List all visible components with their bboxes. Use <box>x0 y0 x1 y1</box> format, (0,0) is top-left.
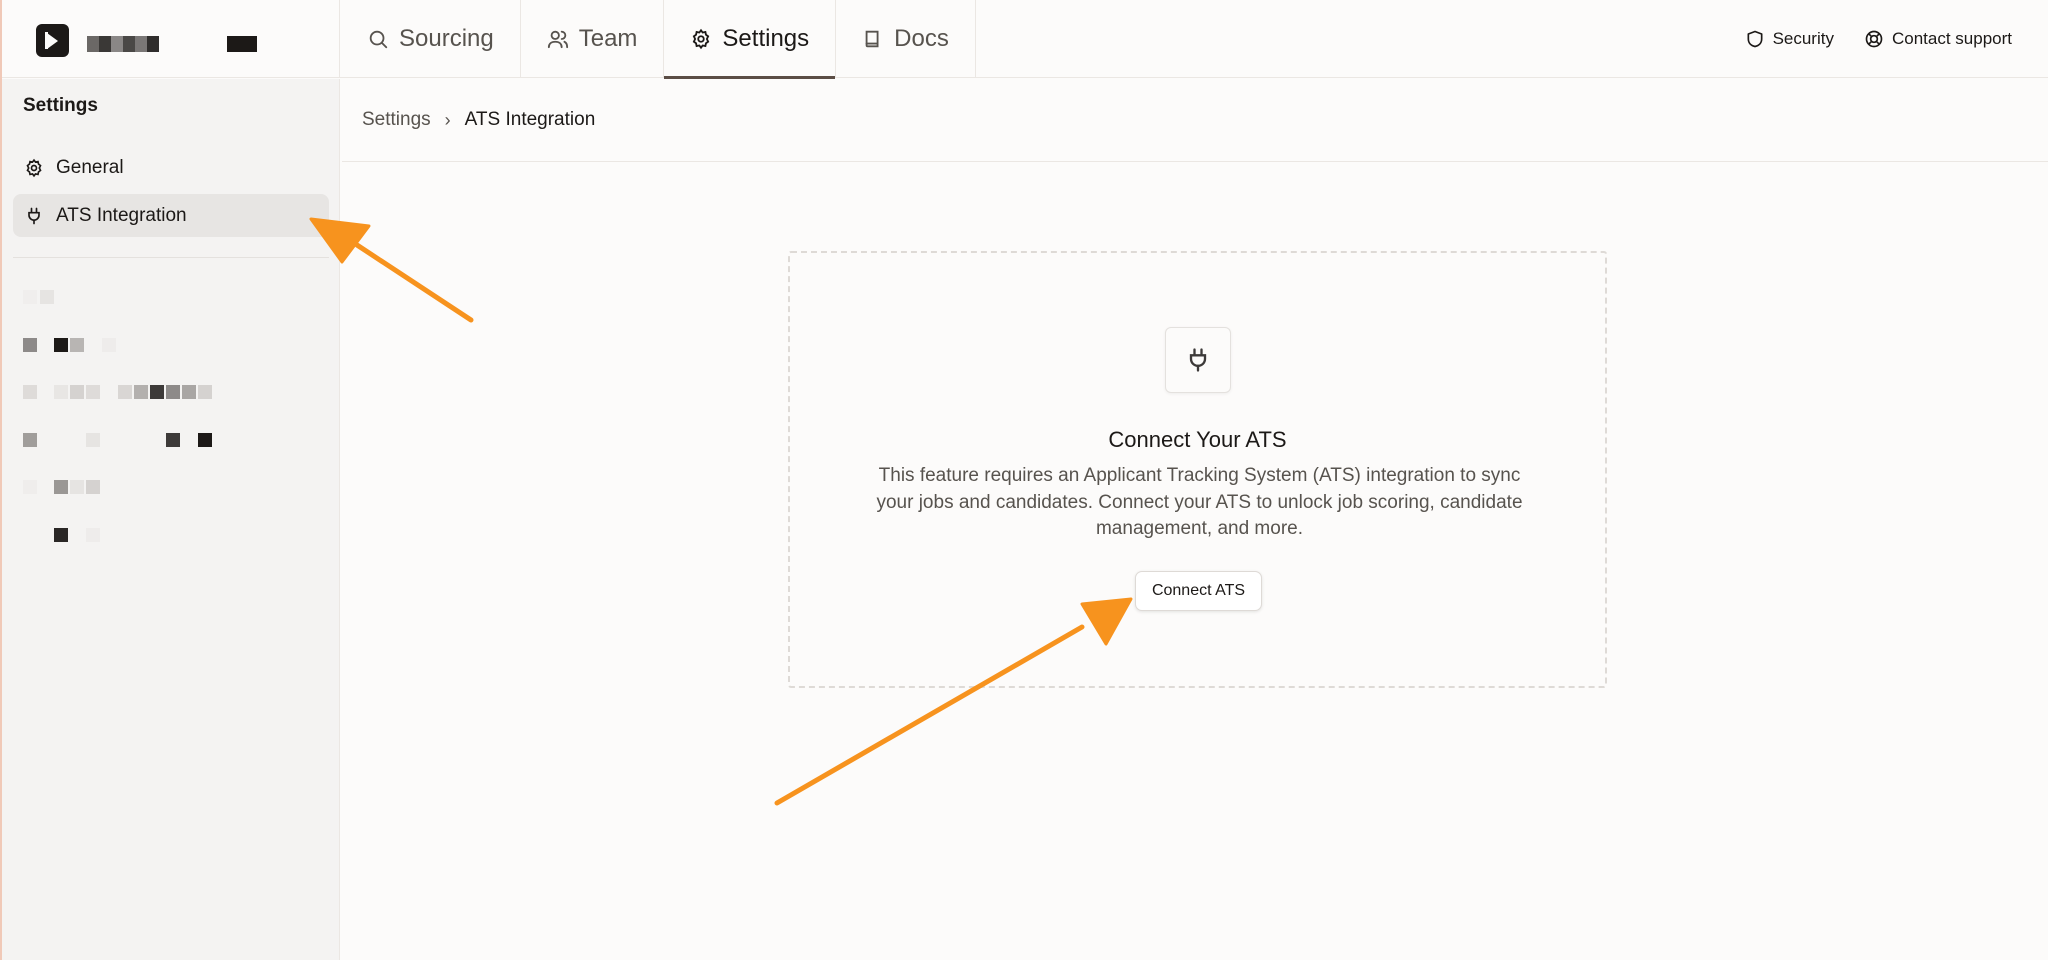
tab-label: Team <box>578 25 638 52</box>
settings-sidebar: Settings General ATS Integration <box>2 79 340 960</box>
breadcrumb-current: ATS Integration <box>464 109 596 130</box>
security-label: Security <box>1772 29 1834 48</box>
lifebuoy-icon <box>1865 30 1883 48</box>
sidebar-item-general[interactable]: General <box>13 146 329 189</box>
book-icon <box>865 30 879 48</box>
app-window: Sourcing Team Settings Docs Security Con… <box>0 0 2048 960</box>
sidebar-item-ats-integration[interactable]: ATS Integration <box>13 194 329 237</box>
connect-ats-empty-state: Connect Your ATS This feature requires a… <box>788 251 1607 688</box>
main-tabs: Sourcing Team Settings Docs <box>341 0 976 79</box>
gear-icon <box>26 158 42 177</box>
brand-area <box>2 0 340 78</box>
tab-label: Settings <box>722 25 810 52</box>
sidebar-title: Settings <box>23 95 98 116</box>
plug-icon-box <box>1165 327 1231 393</box>
empty-state-title: Connect Your ATS <box>1108 427 1287 452</box>
top-bar: Sourcing Team Settings Docs Security Con… <box>2 0 2048 79</box>
top-right-links: Security Contact support <box>1745 0 2012 78</box>
tab-sourcing[interactable]: Sourcing <box>341 0 521 78</box>
users-icon <box>547 30 568 49</box>
plug-icon <box>1189 348 1207 372</box>
gear-icon <box>693 28 710 50</box>
contact-support-label: Contact support <box>1891 29 2012 48</box>
empty-state-description: This feature requires an Applicant Track… <box>876 465 1523 539</box>
contact-support-link[interactable]: Contact support <box>1864 29 2012 49</box>
sidebar-item-label: General <box>56 156 124 178</box>
tab-label: Docs <box>894 25 949 52</box>
sidebar-item-label: ATS Integration <box>56 204 187 226</box>
connect-ats-button[interactable]: Connect ATS <box>1135 571 1262 611</box>
breadcrumb-settings-link[interactable]: Settings <box>362 109 431 131</box>
breadcrumb: Settings › ATS Integration <box>342 79 2048 162</box>
tab-team[interactable]: Team <box>521 0 665 78</box>
tab-docs[interactable]: Docs <box>836 0 976 78</box>
sidebar-divider <box>13 257 329 258</box>
plug-icon <box>28 207 40 224</box>
logo-icon[interactable] <box>36 24 69 57</box>
chevron-right-icon: › <box>444 109 451 130</box>
shield-icon <box>1747 30 1763 48</box>
security-link[interactable]: Security <box>1745 29 1834 49</box>
tab-label: Sourcing <box>399 25 494 52</box>
tab-settings[interactable]: Settings <box>664 0 837 79</box>
search-icon <box>369 30 388 49</box>
